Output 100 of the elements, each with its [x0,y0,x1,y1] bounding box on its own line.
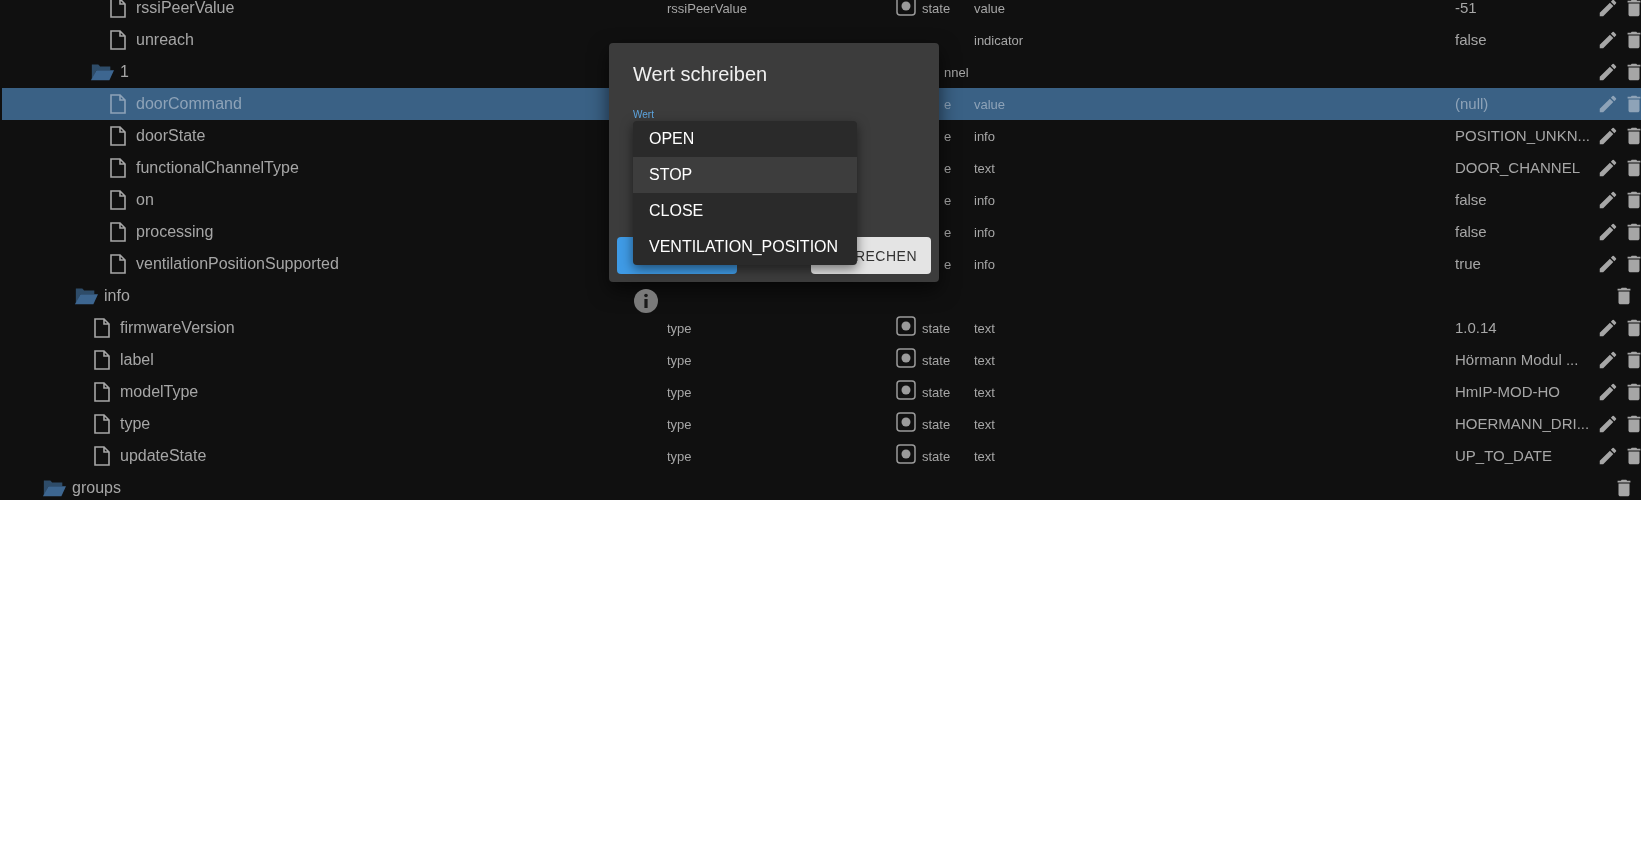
object-type: e [944,257,952,272]
object-type: e [944,225,952,240]
state-icon [896,412,916,432]
file-icon [110,158,126,178]
object-type: e [944,161,952,176]
object-name[interactable]: groups [72,479,121,497]
edit-icon[interactable] [1597,349,1619,371]
edit-icon[interactable] [1597,189,1619,211]
edit-icon[interactable] [1597,0,1619,19]
object-role: text [974,161,995,176]
edit-icon[interactable] [1597,381,1619,403]
edit-icon[interactable] [1597,445,1619,467]
object-name[interactable]: ventilationPositionSupported [136,255,339,273]
edit-icon[interactable] [1597,413,1619,435]
object-value: false [1455,223,1487,240]
object-name[interactable]: info [104,287,130,305]
file-icon [94,350,110,370]
object-role: info [974,193,995,208]
object-value: true [1455,255,1481,272]
file-icon [94,414,110,434]
object-name[interactable]: firmwareVersion [120,319,235,337]
object-name[interactable]: label [120,351,154,369]
object-role: info [974,257,995,272]
object-type: state [922,321,951,336]
object-role: text [974,417,995,432]
object-type: e [944,193,952,208]
object-name: type [667,417,692,432]
state-icon [896,444,916,464]
object-role: info [974,129,995,144]
edit-icon[interactable] [1597,125,1619,147]
object-role: info [974,225,995,240]
object-role: value [974,97,1006,112]
object-name: rssiPeerValue [667,1,747,16]
folder-icon [90,62,114,82]
object-name[interactable]: rssiPeerValue [136,0,235,17]
object-value: false [1455,191,1487,208]
object-name[interactable]: functionalChannelType [136,159,299,177]
file-icon [110,254,126,274]
object-name[interactable]: processing [136,223,214,241]
edit-icon[interactable] [1597,29,1619,51]
object-name[interactable]: modelType [120,383,199,401]
object-name[interactable]: 1 [120,63,129,81]
state-icon [896,380,916,400]
edit-icon[interactable] [1597,157,1619,179]
info-icon[interactable] [633,288,659,314]
file-icon [94,382,110,402]
file-icon [110,126,126,146]
object-name: type [667,449,692,464]
object-role: text [974,449,995,464]
object-name: type [667,385,692,400]
file-icon [110,94,126,114]
file-icon [110,30,126,50]
object-value: HOERMANN_DRI... [1455,415,1590,432]
object-role: text [974,385,995,400]
file-icon [94,446,110,466]
folder-icon [42,478,66,498]
folder-icon [74,286,98,306]
object-role: text [974,321,995,336]
edit-icon[interactable] [1597,221,1619,243]
object-type: state [922,385,951,400]
object-role: text [974,353,995,368]
object-name[interactable]: doorState [136,127,206,145]
state-icon [896,0,916,16]
menu-option[interactable]: OPEN [633,121,857,157]
object-value: 1.0.14 [1455,319,1497,336]
object-name[interactable]: unreach [136,31,194,49]
state-icon [896,316,916,336]
state-icon [896,348,916,368]
object-name[interactable]: updateState [120,447,207,465]
edit-icon[interactable] [1597,61,1619,83]
object-value: HmIP-MOD-HO [1455,383,1560,400]
edit-icon[interactable] [1597,317,1619,339]
object-name[interactable]: type [120,415,151,433]
field-label: Wert [633,109,654,120]
object-name[interactable]: on [136,191,154,209]
object-value: false [1455,31,1487,48]
object-type: state [922,417,951,432]
object-name: type [667,321,692,336]
file-icon [110,222,126,242]
object-type: state [922,1,951,16]
object-type: e [944,97,952,112]
file-icon [94,318,110,338]
menu-option[interactable]: CLOSE [633,193,857,229]
object-value: Hörmann Modul ... [1455,351,1579,368]
object-role: indicator [974,33,1024,48]
file-icon [110,190,126,210]
object-name: type [667,353,692,368]
object-type: state [922,449,951,464]
object-type: state [922,353,951,368]
object-value: UP_TO_DATE [1455,447,1552,464]
object-value: POSITION_UNKN... [1455,127,1591,144]
object-value: -51 [1455,0,1477,16]
object-type: e [944,129,952,144]
file-icon [110,0,126,18]
object-value: (null) [1455,95,1489,112]
object-value: DOOR_CHANNEL [1455,159,1581,176]
object-role: value [974,1,1006,16]
menu-option[interactable]: STOP [633,157,857,193]
object-type: nnel [944,65,969,80]
edit-icon[interactable] [1597,253,1619,275]
